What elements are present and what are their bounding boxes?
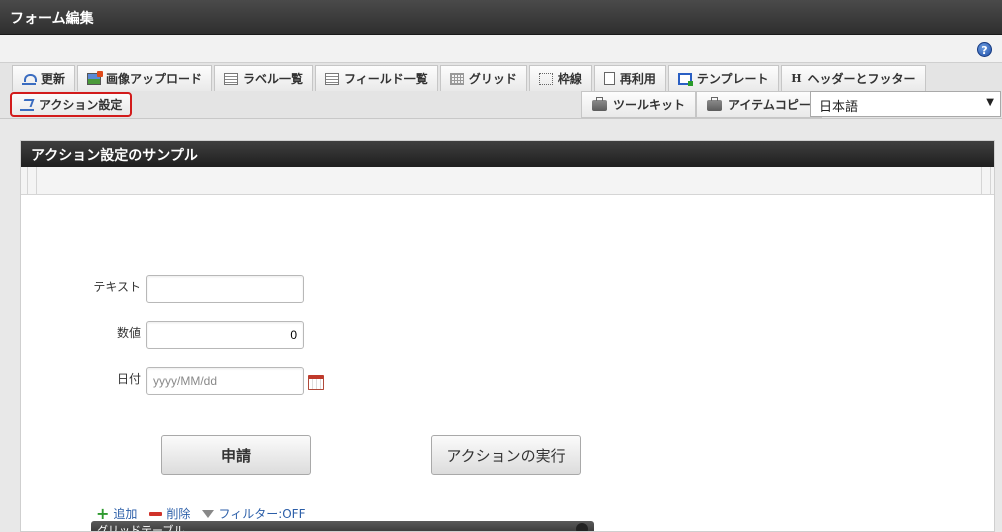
tab-grid[interactable]: グリッド bbox=[439, 65, 527, 91]
header-footer-icon: H bbox=[791, 71, 802, 85]
number-field[interactable] bbox=[146, 321, 304, 349]
panel-ruler bbox=[21, 167, 994, 195]
text-field-label: テキスト bbox=[93, 280, 141, 294]
tab-field-list[interactable]: フィールド一覧 bbox=[315, 65, 438, 91]
date-field-label: 日付 bbox=[116, 372, 141, 386]
right-toolbar: ツールキット アイテムコピー bbox=[581, 91, 822, 118]
refresh-icon bbox=[22, 73, 37, 85]
tab-label: 再利用 bbox=[619, 72, 656, 86]
tab-label: ラベル一覧 bbox=[243, 72, 304, 86]
ruler-line bbox=[990, 167, 991, 194]
image-upload-icon bbox=[87, 70, 104, 85]
window-title: フォーム編集 bbox=[10, 11, 94, 27]
date-field[interactable] bbox=[146, 367, 304, 395]
item-copy-label: アイテムコピー bbox=[728, 98, 811, 112]
collapse-icon[interactable] bbox=[576, 523, 588, 531]
grid-add-button[interactable]: + 追加 bbox=[96, 505, 137, 522]
tab-update[interactable]: 更新 bbox=[12, 65, 76, 91]
language-select[interactable]: 日本語 ▼ bbox=[810, 91, 1001, 117]
grid-icon bbox=[449, 72, 464, 85]
toolbar: 更新 画像アップロード ラベル一覧 フィールド一覧 グリッド 枠線 再利用 テン… bbox=[0, 63, 1002, 119]
ruler-line bbox=[27, 167, 28, 194]
chevron-down-icon: ▼ bbox=[986, 97, 994, 108]
run-action-button[interactable]: アクションの実行 bbox=[431, 435, 581, 475]
grid-filter-label: フィルター:OFF bbox=[218, 507, 306, 521]
grid-table-header: グリッドテーブル bbox=[91, 521, 594, 532]
tab-label: テンプレート bbox=[696, 72, 769, 86]
toolkit-icon bbox=[592, 97, 607, 111]
action-setting-button[interactable]: アクション設定 bbox=[10, 92, 132, 117]
border-icon bbox=[538, 72, 553, 85]
tab-label: グリッド bbox=[468, 72, 517, 86]
grid-actions: + 追加 削除 フィルター:OFF bbox=[96, 505, 306, 522]
apply-button[interactable]: 申請 bbox=[161, 435, 311, 475]
tab-border[interactable]: 枠線 bbox=[528, 65, 592, 91]
form-panel: アクション設定のサンプル テキスト 数値 日付 申請 アクションの実行 + 追加… bbox=[20, 140, 995, 532]
template-icon bbox=[677, 72, 693, 86]
tab-image-upload[interactable]: 画像アップロード bbox=[77, 65, 213, 91]
plus-icon: + bbox=[96, 503, 110, 523]
toolkit-button[interactable]: ツールキット bbox=[581, 91, 697, 118]
tab-label: 画像アップロード bbox=[106, 72, 203, 86]
tab-header-footer[interactable]: H ヘッダーとフッター bbox=[780, 65, 926, 91]
ruler-line bbox=[981, 167, 982, 194]
grid-title: グリッドテーブル bbox=[97, 524, 185, 532]
tab-label: 更新 bbox=[41, 72, 66, 86]
calendar-icon[interactable] bbox=[308, 375, 324, 390]
tab-label: 枠線 bbox=[557, 72, 582, 86]
help-icon[interactable]: ? bbox=[977, 42, 992, 57]
panel-title: アクション設定のサンプル bbox=[21, 141, 994, 167]
toolbar-tab-row: 更新 画像アップロード ラベル一覧 フィールド一覧 グリッド 枠線 再利用 テン… bbox=[12, 65, 928, 91]
grid-delete-button[interactable]: 削除 bbox=[149, 505, 190, 522]
grid-delete-label: 削除 bbox=[166, 507, 191, 521]
tab-label: ヘッダーとフッター bbox=[807, 72, 916, 86]
action-icon bbox=[20, 99, 34, 111]
filter-icon bbox=[202, 509, 215, 518]
toolkit-label: ツールキット bbox=[613, 98, 686, 112]
label-list-icon bbox=[224, 72, 239, 85]
help-bar: ? bbox=[0, 35, 1002, 63]
item-copy-button[interactable]: アイテムコピー bbox=[696, 91, 822, 118]
action-setting-label: アクション設定 bbox=[39, 98, 123, 112]
tab-label-list[interactable]: ラベル一覧 bbox=[214, 65, 314, 91]
toolkit-icon bbox=[707, 97, 723, 111]
tab-label: フィールド一覧 bbox=[344, 72, 428, 86]
tab-template[interactable]: テンプレート bbox=[667, 65, 779, 91]
grid-add-label: 追加 bbox=[113, 507, 138, 521]
language-selected: 日本語 bbox=[819, 100, 859, 115]
reuse-icon bbox=[603, 72, 615, 85]
ruler-line bbox=[36, 167, 37, 194]
window-title-bar: フォーム編集 bbox=[0, 0, 1002, 35]
tab-reuse[interactable]: 再利用 bbox=[593, 65, 666, 91]
text-field[interactable] bbox=[146, 275, 304, 303]
field-list-icon bbox=[325, 72, 340, 85]
minus-icon bbox=[149, 511, 163, 516]
grid-filter-button[interactable]: フィルター:OFF bbox=[202, 505, 306, 522]
number-field-label: 数値 bbox=[116, 326, 141, 340]
